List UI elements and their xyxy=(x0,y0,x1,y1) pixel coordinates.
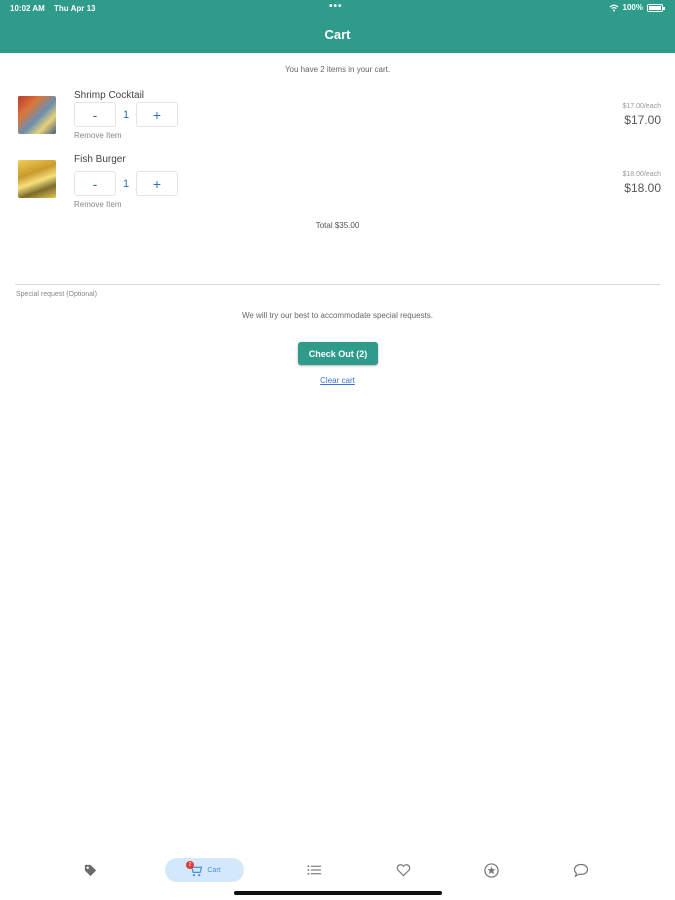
tag-icon xyxy=(84,864,96,876)
tab-favorites[interactable] xyxy=(391,858,415,882)
star-icon xyxy=(483,862,499,878)
remove-item-link[interactable]: Remove Item xyxy=(74,200,122,209)
quantity-value: 1 xyxy=(122,108,130,121)
heart-icon xyxy=(396,864,410,877)
tab-cart-label: Cart xyxy=(207,866,221,874)
quantity-value: 1 xyxy=(122,177,130,190)
increment-button[interactable]: + xyxy=(136,102,178,127)
remove-item-link[interactable]: Remove Item xyxy=(74,131,122,140)
special-request-label[interactable]: Special request (Optional) xyxy=(16,291,97,298)
battery-percent: 100% xyxy=(622,3,643,12)
tab-menu[interactable] xyxy=(302,858,326,882)
item-name: Fish Burger xyxy=(74,154,126,165)
wifi-icon xyxy=(609,4,618,11)
home-indicator xyxy=(234,891,442,895)
quantity-stepper: - 1 + xyxy=(74,171,178,196)
app-header: 10:02 AM Thu Apr 13 ••• 100% Cart xyxy=(0,0,675,53)
decrement-button[interactable]: - xyxy=(74,102,116,127)
item-image xyxy=(18,96,56,134)
multitasking-dots[interactable]: ••• xyxy=(329,1,343,12)
cart-summary: You have 2 items in your cart. xyxy=(284,65,391,74)
status-time: 10:02 AM xyxy=(10,4,45,13)
item-name: Shrimp Cocktail xyxy=(74,90,145,101)
cart-item: Fish Burger - 1 + Remove Item $18.00/eac… xyxy=(0,154,675,214)
tab-rewards[interactable] xyxy=(479,858,503,882)
tab-messages[interactable] xyxy=(569,858,593,882)
page-title: Cart xyxy=(324,27,351,42)
list-icon xyxy=(306,865,321,875)
increment-button[interactable]: + xyxy=(136,171,178,196)
cart-total: Total $35.00 xyxy=(315,221,360,230)
cart-count-badge: 2 xyxy=(186,861,194,869)
cart-item: Shrimp Cocktail - 1 + Remove Item $17.00… xyxy=(0,90,675,150)
tab-bar: 2 Cart xyxy=(0,850,675,890)
tab-cart[interactable]: 2 Cart xyxy=(165,858,244,882)
status-date: Thu Apr 13 xyxy=(54,4,96,13)
line-price: $17.00 xyxy=(624,113,661,127)
line-price: $18.00 xyxy=(624,181,661,195)
decrement-button[interactable]: - xyxy=(74,171,116,196)
item-image xyxy=(18,160,56,198)
chat-icon xyxy=(573,863,589,878)
battery-icon xyxy=(647,3,665,12)
quantity-stepper: - 1 + xyxy=(74,102,178,127)
unit-price: $18.00/each xyxy=(622,171,661,178)
special-request-divider xyxy=(15,284,660,285)
checkout-button[interactable]: Check Out (2) xyxy=(298,342,378,365)
tab-deals[interactable] xyxy=(78,858,102,882)
unit-price: $17.00/each xyxy=(622,103,661,110)
clear-cart-link[interactable]: Clear cart xyxy=(0,376,675,385)
special-request-note: We will try our best to accommodate spec… xyxy=(241,311,434,320)
status-right: 100% xyxy=(609,3,665,12)
